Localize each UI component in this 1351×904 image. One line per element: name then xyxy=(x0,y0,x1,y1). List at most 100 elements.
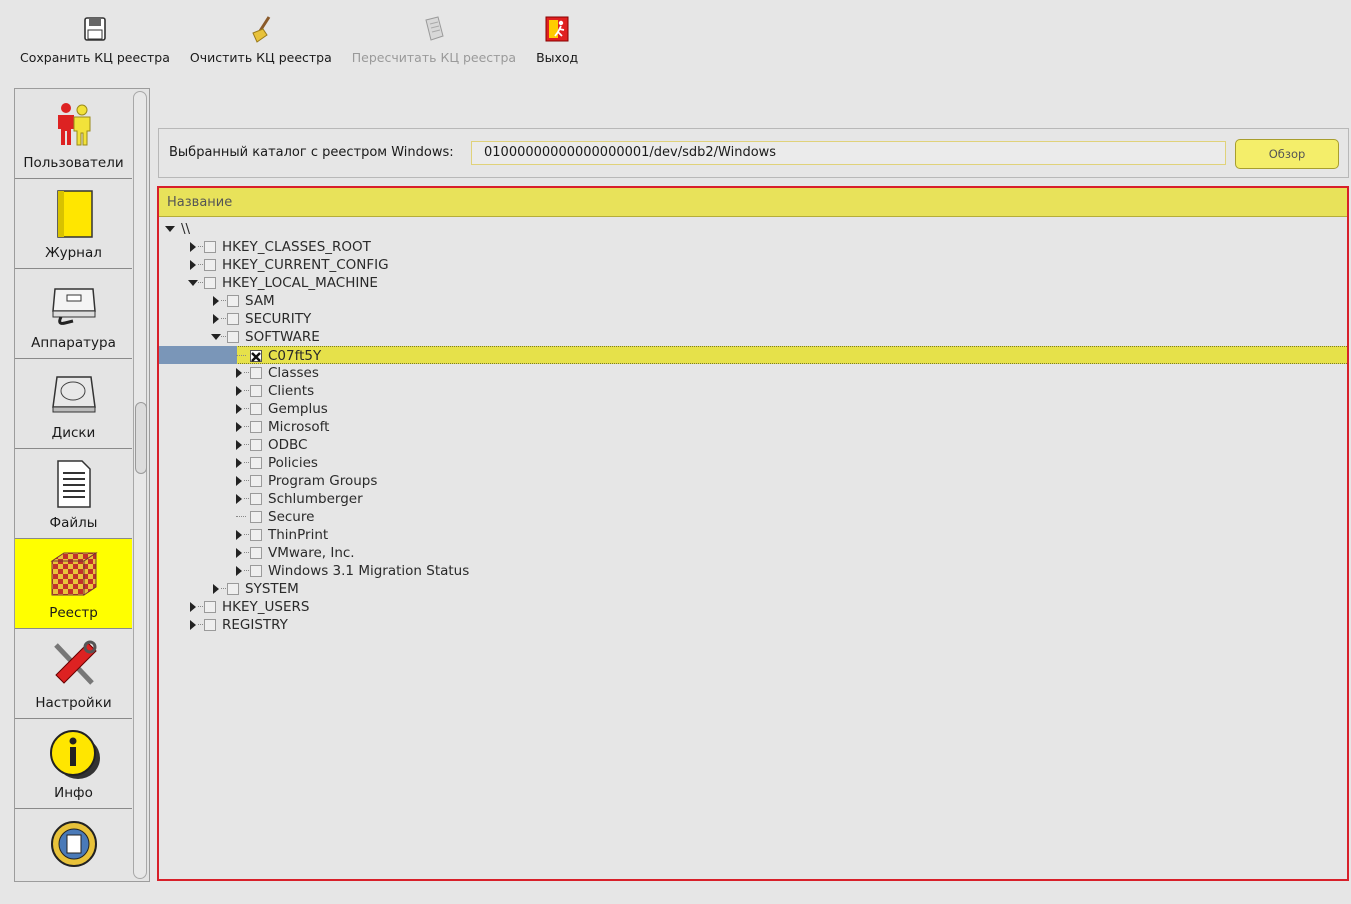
tree-row[interactable]: Windows 3.1 Migration Status xyxy=(159,562,1347,580)
exit-button[interactable]: Выход xyxy=(526,14,588,74)
tree-row[interactable]: HKEY_CLASSES_ROOT xyxy=(159,238,1347,256)
nav-item-journal[interactable]: Журнал xyxy=(15,179,132,269)
expander-expanded-icon[interactable] xyxy=(165,224,175,234)
tree-row[interactable]: Microsoft xyxy=(159,418,1347,436)
expander-expanded-icon[interactable] xyxy=(211,332,221,342)
tree-row[interactable]: HKEY_LOCAL_MACHINE xyxy=(159,274,1347,292)
checkbox[interactable] xyxy=(250,385,262,397)
checkbox[interactable] xyxy=(250,421,262,433)
checkbox[interactable] xyxy=(204,601,216,613)
recalculate-registry-checksum-button[interactable]: Пересчитать КЦ реестра xyxy=(342,14,526,74)
expander-collapsed-icon[interactable] xyxy=(188,602,198,612)
expander-collapsed-icon[interactable] xyxy=(234,404,244,414)
hardware-icon xyxy=(47,279,101,329)
nav-item-files[interactable]: Файлы xyxy=(15,449,132,539)
expander-collapsed-icon[interactable] xyxy=(188,242,198,252)
tree-row[interactable]: Gemplus xyxy=(159,400,1347,418)
tree-row[interactable]: SECURITY xyxy=(159,310,1347,328)
checkbox[interactable] xyxy=(204,619,216,631)
expander-collapsed-icon[interactable] xyxy=(234,458,244,468)
checkbox[interactable] xyxy=(227,313,239,325)
checkbox[interactable] xyxy=(250,529,262,541)
checkbox[interactable] xyxy=(250,565,262,577)
tree-row[interactable]: ODBC xyxy=(159,436,1347,454)
about-icon xyxy=(47,819,101,869)
tree-row[interactable]: REGISTRY xyxy=(159,616,1347,634)
checkbox[interactable] xyxy=(250,403,262,415)
tree-row[interactable]: Schlumberger xyxy=(159,490,1347,508)
expander-collapsed-icon[interactable] xyxy=(211,314,221,324)
nav-item-hardware[interactable]: Аппаратура xyxy=(15,269,132,359)
tree-row-label: Schlumberger xyxy=(268,491,363,507)
registry-path-field[interactable]: 01000000000000000001/dev/sdb2/Windows xyxy=(471,141,1226,165)
nav-scrollbar-thumb[interactable] xyxy=(135,402,147,474)
checkbox[interactable] xyxy=(250,493,262,505)
tree-row[interactable]: Classes xyxy=(159,364,1347,382)
expander-collapsed-icon[interactable] xyxy=(211,584,221,594)
tree-connector xyxy=(198,282,203,284)
column-header-name[interactable]: Название xyxy=(159,188,1347,217)
browse-button[interactable]: Обзор xyxy=(1235,139,1339,169)
checkbox[interactable] xyxy=(250,475,262,487)
tree-row[interactable]: Policies xyxy=(159,454,1347,472)
tree-row[interactable]: Program Groups xyxy=(159,472,1347,490)
nav-item-journal-label: Журнал xyxy=(45,245,102,261)
tree-row[interactable]: SYSTEM xyxy=(159,580,1347,598)
tree-row[interactable]: HKEY_USERS xyxy=(159,598,1347,616)
checkbox[interactable] xyxy=(204,277,216,289)
checkbox[interactable] xyxy=(250,367,262,379)
checkbox[interactable] xyxy=(227,295,239,307)
checkbox-checked[interactable] xyxy=(250,350,262,362)
tree-row[interactable]: HKEY_CURRENT_CONFIG xyxy=(159,256,1347,274)
tree-row[interactable]: Secure xyxy=(159,508,1347,526)
broom-icon xyxy=(248,14,274,44)
expander-collapsed-icon[interactable] xyxy=(234,422,244,432)
tree-row[interactable]: ThinPrint xyxy=(159,526,1347,544)
tree-row[interactable]: SAM xyxy=(159,292,1347,310)
tree-row[interactable]: C07ft5Y xyxy=(159,346,1347,364)
expander-collapsed-icon[interactable] xyxy=(211,296,221,306)
checkbox[interactable] xyxy=(250,457,262,469)
nav-item-registry[interactable]: Реестр xyxy=(15,539,132,629)
checkbox[interactable] xyxy=(204,241,216,253)
tree-row[interactable]: SOFTWARE xyxy=(159,328,1347,346)
expander-collapsed-icon[interactable] xyxy=(234,530,244,540)
nav-item-users[interactable]: Пользователи xyxy=(15,89,132,179)
tree-row[interactable]: Clients xyxy=(159,382,1347,400)
clear-registry-checksum-label: Очистить КЦ реестра xyxy=(189,50,332,65)
nav-item-about[interactable] xyxy=(15,809,132,879)
clear-registry-checksum-button[interactable]: Очистить КЦ реестра xyxy=(180,14,342,74)
tree-row-label: C07ft5Y xyxy=(268,348,322,364)
tree-row[interactable]: VMware, Inc. xyxy=(159,544,1347,562)
tree-row-label: Windows 3.1 Migration Status xyxy=(268,563,470,579)
tree-row-label: Classes xyxy=(268,365,319,381)
nav-item-settings-label: Настройки xyxy=(35,695,112,711)
expander-expanded-icon[interactable] xyxy=(188,278,198,288)
nav-item-info[interactable]: Инфо xyxy=(15,719,132,809)
nav-item-disks[interactable]: Диски xyxy=(15,359,132,449)
expander-collapsed-icon[interactable] xyxy=(234,368,244,378)
tree-connector xyxy=(221,588,226,590)
expander-collapsed-icon[interactable] xyxy=(234,476,244,486)
save-registry-checksum-button[interactable]: Сохранить КЦ реестра xyxy=(10,14,180,74)
save-icon xyxy=(82,14,108,44)
expander-collapsed-icon[interactable] xyxy=(188,260,198,270)
expander-collapsed-icon[interactable] xyxy=(234,494,244,504)
checkbox[interactable] xyxy=(227,583,239,595)
checkbox[interactable] xyxy=(250,547,262,559)
expander-collapsed-icon[interactable] xyxy=(234,548,244,558)
tree-row-label: SAM xyxy=(245,293,275,309)
tree-root-row[interactable]: \\ xyxy=(159,220,1347,238)
nav-scrollbar[interactable] xyxy=(133,91,147,879)
expander-collapsed-icon[interactable] xyxy=(188,620,198,630)
expander-collapsed-icon[interactable] xyxy=(234,440,244,450)
expander-collapsed-icon[interactable] xyxy=(234,386,244,396)
tree-connector xyxy=(198,624,203,626)
tree-row-label: Secure xyxy=(268,509,315,525)
nav-item-settings[interactable]: Настройки xyxy=(15,629,132,719)
checkbox[interactable] xyxy=(250,511,262,523)
checkbox[interactable] xyxy=(227,331,239,343)
checkbox[interactable] xyxy=(250,439,262,451)
expander-collapsed-icon[interactable] xyxy=(234,566,244,576)
checkbox[interactable] xyxy=(204,259,216,271)
